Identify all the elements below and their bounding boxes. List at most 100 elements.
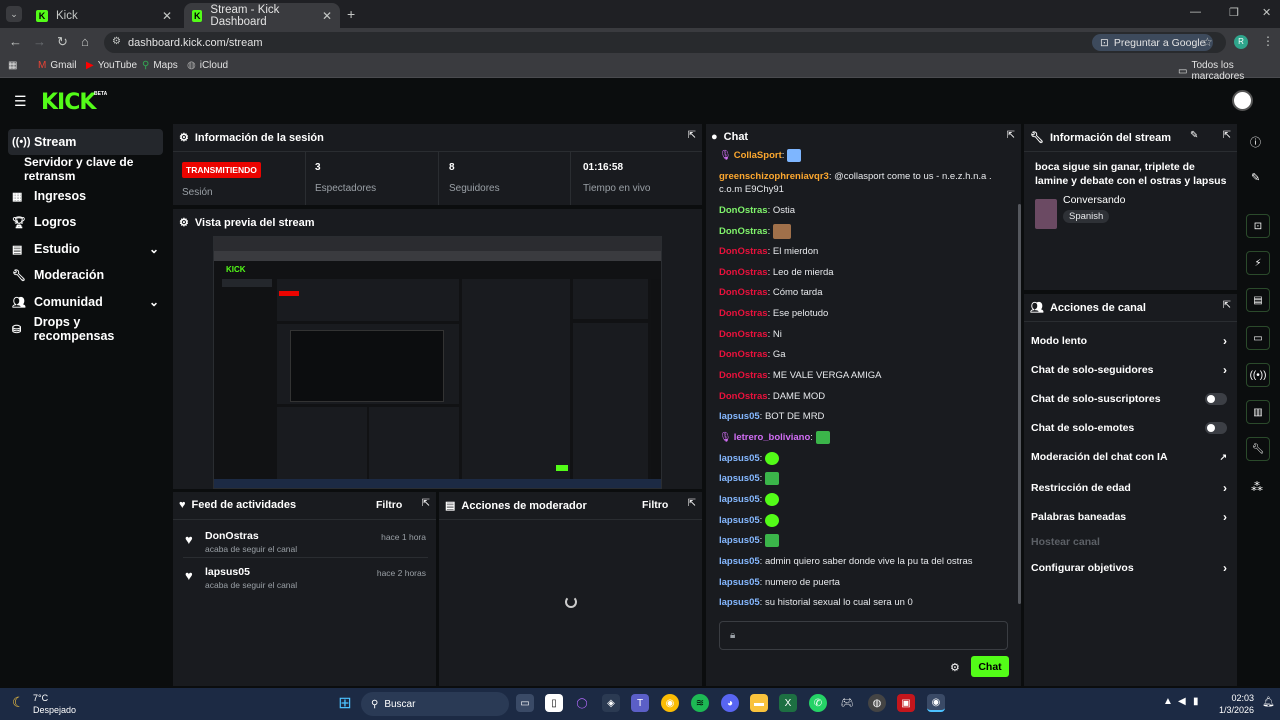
bookmark-youtube[interactable]: ▶ YouTube (86, 60, 137, 71)
apps-grid-icon[interactable]: ▦ (8, 60, 17, 71)
file-icon[interactable]: ▯ (545, 694, 563, 712)
rail-chat-icon[interactable]: ▭ (1246, 326, 1270, 350)
popout-icon[interactable]: ⇱ (422, 498, 430, 509)
reload-icon[interactable]: ↻ (57, 34, 68, 50)
weather-temp[interactable]: 7°C (33, 693, 48, 703)
bookmark-star-icon[interactable]: ☆ (1202, 35, 1213, 49)
taskbar-search-input[interactable]: ⚲ Buscar (361, 692, 509, 716)
rail-document-icon[interactable]: ▤ (1246, 288, 1270, 312)
popout-icon[interactable]: ⇱ (1223, 300, 1231, 311)
popout-icon[interactable]: ⇱ (688, 498, 696, 509)
folder-icon[interactable]: ▬ (750, 694, 768, 712)
tab-search-icon[interactable]: ⌄ (6, 6, 22, 22)
activity-filter-button[interactable]: Filtro (376, 499, 402, 511)
action-followers-only[interactable]: Chat de solo-seguidores › (1031, 363, 1227, 377)
weather-label[interactable]: Despejado (33, 705, 76, 715)
url-input[interactable]: ⚙ dashboard.kick.com/stream (104, 32, 1226, 53)
emotes-only-toggle[interactable] (1205, 422, 1227, 434)
sidebar-item-moderacion[interactable]: 🔧︎ Moderación (8, 262, 163, 288)
app-cube-icon[interactable]: ◈ (602, 694, 620, 712)
battery-icon[interactable]: ▮ (1193, 696, 1199, 707)
popout-icon[interactable]: ⇱ (1007, 130, 1015, 141)
discord-icon[interactable]: ◕ (721, 694, 739, 712)
back-icon[interactable]: ← (9, 34, 22, 49)
forward-icon[interactable]: → (33, 34, 46, 49)
kick-logo[interactable]: KICK (41, 90, 96, 115)
info-circle-icon[interactable]: ⓘ (1250, 134, 1261, 150)
gamepad-icon[interactable]: 🎮︎ (838, 694, 856, 712)
rail-clip-icon[interactable]: ⊡ (1246, 214, 1270, 238)
new-tab-icon[interactable]: + (347, 6, 355, 22)
mod-filter-button[interactable]: Filtro (642, 499, 668, 511)
edit-icon[interactable]: ✎ (1251, 171, 1260, 184)
browser-tab-kick[interactable]: K Kick ✕ (28, 3, 180, 28)
bookmark-maps[interactable]: ⚲ Maps (142, 60, 178, 71)
chrome-icon[interactable]: ◉ (661, 694, 679, 712)
user-avatar[interactable] (1232, 90, 1253, 111)
bookmark-icloud[interactable]: ◍ iCloud (187, 60, 228, 71)
app-ring-icon[interactable]: ◯ (573, 694, 591, 712)
action-ai-moderation[interactable]: Moderación del chat con IA ↗ (1031, 451, 1227, 463)
whatsapp-icon[interactable]: ✆ (809, 694, 827, 712)
action-age-restriction[interactable]: Restricción de edad › (1031, 481, 1227, 495)
chat-message: 🎙︎ CollaSport: (719, 149, 1009, 162)
chrome-active-icon[interactable]: ◉ (927, 694, 945, 712)
hamburger-menu-icon[interactable]: ☰ (14, 93, 27, 110)
sidebar-item-drops[interactable]: ⛁ Drops y recompensas (8, 315, 163, 343)
subscribers-only-toggle[interactable] (1205, 393, 1227, 405)
rail-broadcast-icon[interactable]: ((•)) (1246, 363, 1270, 387)
sidebar-item-estudio[interactable]: ▤ Estudio ⌄ (8, 236, 163, 262)
sidebar-item-server-key[interactable]: Servidor y clave de retransm (20, 155, 180, 183)
popout-icon[interactable]: ⇱ (1223, 130, 1231, 141)
chat-input[interactable]: 🔒︎ (719, 621, 1008, 650)
browser-menu-icon[interactable]: ⋮ (1262, 34, 1274, 48)
minimize-icon[interactable]: — (1190, 6, 1201, 18)
ask-google-button[interactable]: ⊡ Preguntar a Google (1092, 34, 1214, 51)
action-configure-goals[interactable]: Configurar objetivos › (1031, 561, 1227, 575)
edit-pencil-icon[interactable]: ✎ (1190, 130, 1198, 141)
excel-icon[interactable]: X (779, 694, 797, 712)
action-emotes-only[interactable]: Chat de solo-emotes (1031, 422, 1227, 434)
action-banned-words[interactable]: Palabras baneadas › (1031, 510, 1227, 524)
all-bookmarks[interactable]: ▭ Todos los marcadores (1178, 60, 1280, 82)
wifi-icon[interactable]: ▲ (1163, 696, 1173, 707)
popout-icon[interactable]: ⇱ (688, 130, 696, 141)
volume-icon[interactable]: ◀︎ (1178, 696, 1186, 707)
home-icon[interactable]: ⌂ (81, 34, 89, 49)
spotify-icon[interactable]: ≋ (691, 694, 709, 712)
profile-avatar[interactable]: R (1234, 35, 1248, 49)
action-subscribers-only[interactable]: Chat de solo-suscriptores (1031, 393, 1227, 405)
chat-settings-gear-icon[interactable]: ⚙ (950, 661, 960, 674)
windows-start-icon[interactable]: ⊞ (336, 694, 354, 712)
close-window-icon[interactable]: ✕ (1262, 6, 1271, 19)
browser-tab-dashboard[interactable]: K Stream - Kick Dashboard ✕ (184, 3, 340, 28)
task-view-icon[interactable]: ▭ (516, 694, 534, 712)
maximize-icon[interactable]: ❐ (1229, 6, 1239, 19)
clock-time[interactable]: 02:03 (1230, 693, 1254, 703)
app-red-icon[interactable]: ▣ (897, 694, 915, 712)
close-tab-icon[interactable]: ✕ (162, 9, 172, 23)
notification-bell-icon[interactable]: 🔔︎ (1262, 697, 1275, 708)
info-icon: ⚙ (179, 132, 189, 144)
chat-message: lapsus05: (719, 452, 1009, 465)
rail-community-icon[interactable]: ⁂ (1251, 480, 1263, 494)
chat-scrollbar[interactable] (1018, 204, 1021, 604)
sidebar-item-stream[interactable]: ((•)) Stream (8, 129, 163, 155)
action-slow-mode[interactable]: Modo lento › (1031, 334, 1227, 348)
bookmark-gmail[interactable]: M Gmail (38, 60, 76, 71)
close-tab-icon[interactable]: ✕ (322, 9, 332, 23)
clock-date[interactable]: 1/3/2026 (1212, 705, 1254, 715)
rail-wrench-icon[interactable]: 🔧︎ (1246, 437, 1270, 461)
sidebar-item-logros[interactable]: 🏆︎ Logros (8, 209, 163, 235)
action-host-channel[interactable]: Hostear canal (1031, 536, 1227, 548)
sidebar-item-ingresos[interactable]: ▦ Ingresos (8, 183, 163, 209)
rail-server-icon[interactable]: ▥ (1246, 400, 1270, 424)
stream-preview-video[interactable]: KICK (213, 236, 662, 489)
app-circle-icon[interactable]: ◍ (868, 694, 886, 712)
chat-send-button[interactable]: Chat (971, 656, 1009, 677)
teams-icon[interactable]: T (631, 694, 649, 712)
weather-moon-icon[interactable]: ☾ (12, 694, 25, 711)
site-info-icon[interactable]: ⚙ (112, 36, 121, 47)
sidebar-item-comunidad[interactable]: 👥︎ Comunidad ⌄ (8, 289, 163, 315)
rail-lightning-icon[interactable]: ⚡︎ (1246, 251, 1270, 275)
